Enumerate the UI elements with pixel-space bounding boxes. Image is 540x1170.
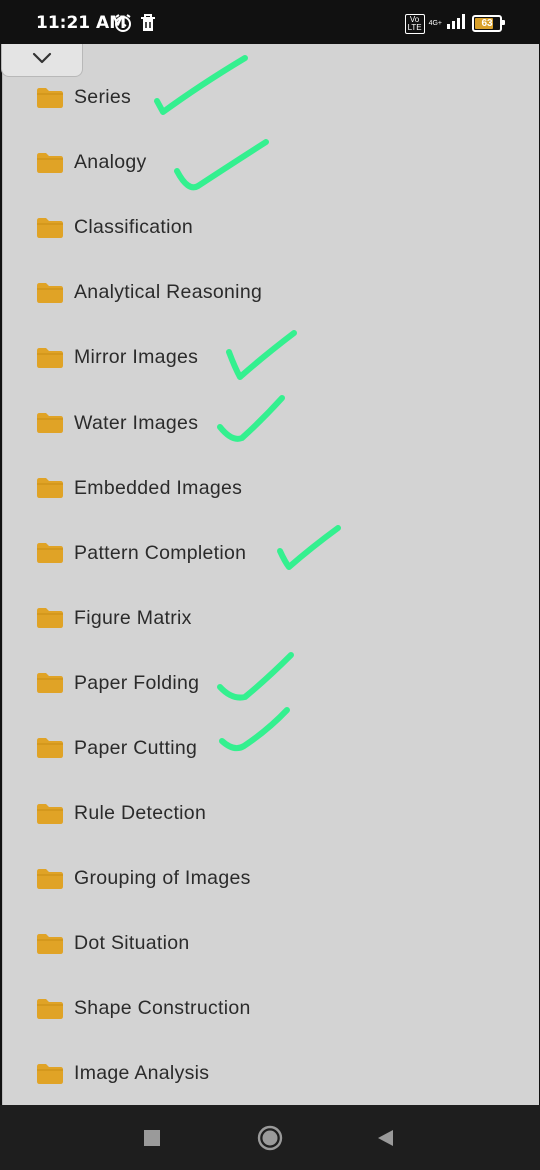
folder-icon [37,282,63,303]
folder-item[interactable]: Rule Detection [3,781,539,846]
folder-label: Grouping of Images [74,867,251,890]
folder-item[interactable]: Figure Matrix [3,586,539,651]
folder-icon [37,673,63,694]
folder-label: Pattern Completion [74,541,247,564]
folder-item[interactable]: Analytical Reasoning [3,260,539,325]
folder-item[interactable]: Dot Situation [3,911,539,976]
folder-icon [37,478,63,499]
trash-icon [139,13,157,38]
folder-icon [37,998,63,1019]
folder-icon [37,347,63,368]
network-type: 4G+ [428,19,442,27]
folder-label: Water Images [74,411,199,434]
folder-item[interactable]: Series [3,65,539,130]
folder-icon [37,933,63,954]
folder-icon [37,543,63,564]
signal-icon [446,13,468,34]
folder-label: Rule Detection [74,802,207,825]
folder-item[interactable]: Paper Folding [3,651,539,716]
folder-label: Series [74,86,132,109]
folder-label: Classification [74,216,194,239]
folder-label: Paper Cutting [74,736,198,759]
folder-label: Dot Situation [74,932,190,955]
folder-label: Figure Matrix [74,606,192,629]
folder-label: Analytical Reasoning [74,281,263,304]
navigation-bar [0,1105,540,1170]
folder-item[interactable]: Pattern Completion [3,521,539,586]
folder-item[interactable]: Embedded Images [3,456,539,521]
folder-browser: Series Analogy Classification Analytical Re… [1,44,539,1107]
folder-icon [37,608,63,629]
folder-item[interactable]: Paper Cutting [3,716,539,781]
battery-icon: 63 [472,15,505,32]
alarm-icon [113,13,133,38]
folder-label: Shape Construction [74,997,251,1020]
folder-item[interactable]: Image Analysis [3,1041,539,1106]
folder-label: Embedded Images [74,476,243,499]
folder-label: Mirror Images [74,346,199,369]
home-circle-icon[interactable] [257,1125,283,1156]
back-triangle-icon[interactable] [376,1129,394,1152]
folder-item[interactable]: Water Images [3,390,539,455]
battery-level: 63 [481,18,493,29]
folder-icon [37,803,63,824]
folder-label: Image Analysis [74,1062,210,1085]
folder-item[interactable]: Mirror Images [3,325,539,390]
folder-icon [37,152,63,173]
folder-icon [37,868,63,889]
recents-square-icon[interactable] [143,1129,161,1152]
folder-list: Series Analogy Classification Analytical Re… [3,65,539,1107]
folder-item[interactable]: Analogy [3,130,539,195]
folder-item[interactable]: Shape Construction [3,976,539,1041]
status-bar: 11:21 AM Vo LTE 4G+ 63 [0,0,540,44]
folder-label: Paper Folding [74,671,200,694]
folder-icon [37,1063,63,1084]
volte-badge: Vo LTE [404,13,425,34]
folder-icon [37,87,63,108]
folder-icon [37,217,63,238]
folder-label: Analogy [74,151,147,174]
folder-icon [37,738,63,759]
folder-item[interactable]: Classification [3,195,539,260]
folder-icon [37,413,63,434]
folder-item[interactable]: Grouping of Images [3,846,539,911]
